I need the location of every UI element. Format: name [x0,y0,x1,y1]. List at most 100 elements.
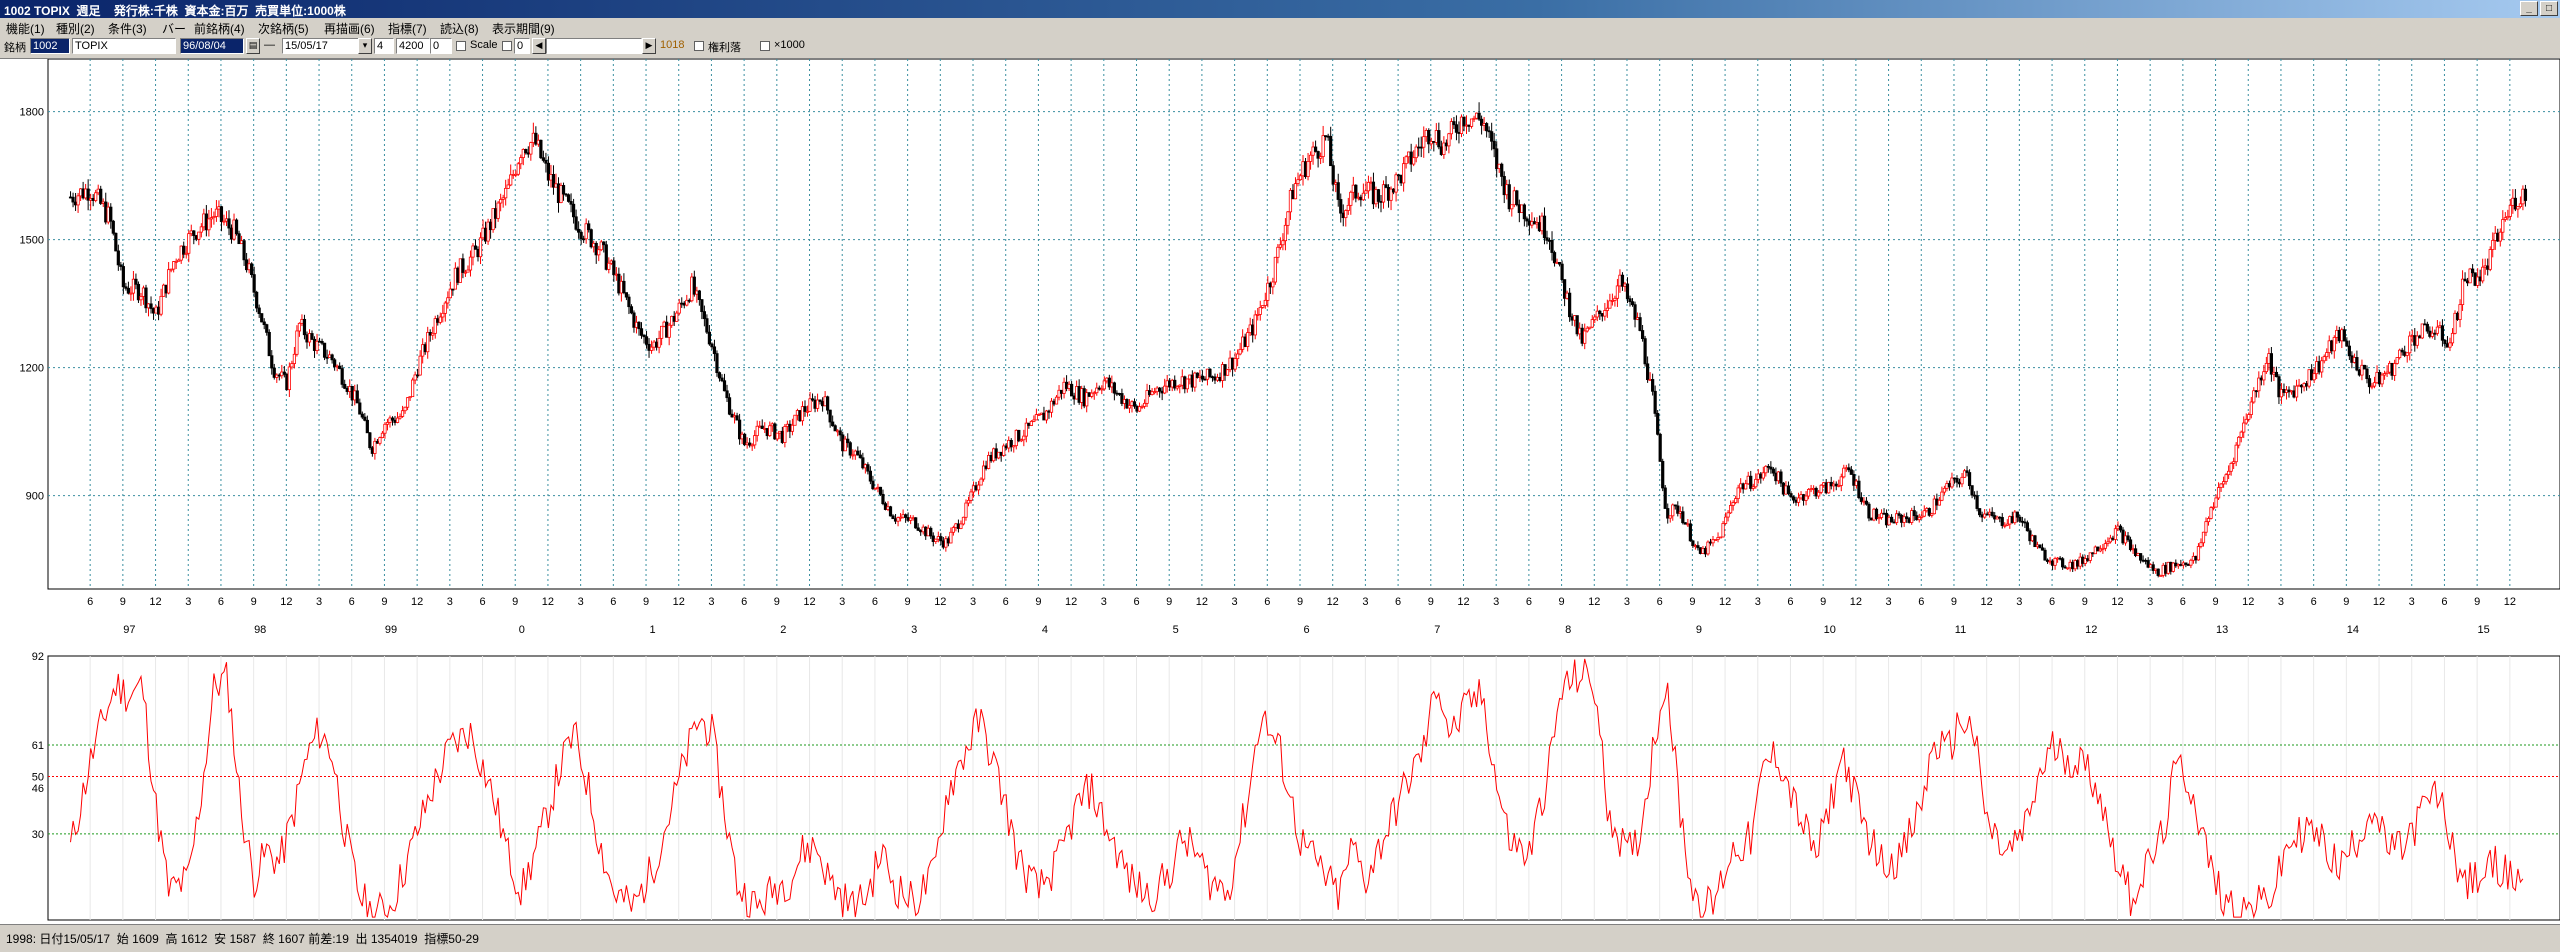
price-candle-body [2307,369,2311,387]
price-candle-body [2103,543,2107,549]
price-candle-body [660,325,664,339]
price-candle-body [1175,386,1179,389]
price-candle-body [2038,544,2042,549]
price-candle-body [2458,304,2462,320]
price-candle-body [325,356,329,359]
price-y-tick-label: 1200 [20,363,44,375]
price-candle-body [2003,524,2007,527]
price-x-tick-label: 9 [251,596,257,608]
price-candle-body [722,380,727,392]
price-candle-body [1251,324,1255,336]
price-candle-body [207,218,211,231]
menu-item-indicator[interactable]: 指標(7) [388,20,427,37]
price-candle-body [1165,380,1169,387]
scale-input[interactable]: 0 [514,38,530,54]
start-date-input[interactable]: 96/08/04 [180,38,244,54]
menu-item-next[interactable]: 次銘柄(5) [258,20,309,37]
menu-item-condition[interactable]: 条件(3) [108,20,147,37]
price-candle-body [1525,218,1529,222]
chevron-down-icon[interactable]: ▾ [358,38,372,54]
multiplier-checkbox[interactable] [760,41,770,51]
price-candle-body [2184,562,2188,565]
price-x-tick-label: 9 [905,596,911,608]
price-candle-body [1293,183,1298,200]
price-candle-body [1837,485,1841,487]
price-candle-body [1080,388,1084,403]
menu-item-period[interactable]: 表示期間(9) [492,20,555,37]
price-chart[interactable]: 900120015001800 6 9 12 3 6 9 12 3 6 9 12 3 6 9 12 3 6 9 12… [0,59,2560,649]
price-x-tick-label: 6 [2441,596,2447,608]
menu-item-load[interactable]: 読込(8) [440,20,479,37]
price-candle-body [2068,561,2072,569]
price-candle-body [418,355,422,376]
price-candle-body [571,203,576,218]
menu-item-bar[interactable]: バー [162,20,186,37]
price-candle-body [134,278,138,285]
price-candle-body [2076,560,2080,567]
price-candle-body [675,312,679,322]
price-candle-body [328,354,332,358]
price-candle-body [1676,505,1680,514]
price-candle-body [821,401,825,407]
minimize-button[interactable]: _ [2520,1,2538,16]
oscillator-y-tick-label: 92 [32,652,44,663]
price-x-tick-label: 12 [1196,596,1208,608]
price-candle-body [1905,516,1909,519]
scale-slider[interactable] [546,38,642,54]
param3-input[interactable]: 0 [430,38,452,54]
price-candle-body [1459,116,1464,134]
price-candle-body [2259,377,2263,381]
end-date-input[interactable]: 15/05/17 [282,38,360,54]
price-x-tick-label: 12 [673,596,685,608]
price-candle-body [202,213,206,228]
price-candle-body [2083,558,2087,564]
price-candle-body [2272,371,2276,375]
apply-checkbox[interactable] [456,41,466,51]
price-candle-body [1580,327,1584,344]
oscillator-y-tick-label: 61 [32,740,44,752]
price-candle-body [622,280,626,294]
scroll-left-icon[interactable]: ◀ [532,38,546,54]
rights-checkbox[interactable] [694,41,704,51]
price-candle-body [255,291,259,309]
price-candle-body [390,417,395,421]
price-candle-body [737,419,742,440]
price-candle-body [2257,377,2261,392]
price-candle-body [924,526,928,537]
price-candle-body [1932,498,1936,515]
price-candle-body [1917,516,1921,521]
menu-item-function[interactable]: 機能(1) [6,20,45,37]
price-candle-body [826,396,830,411]
menu-item-previous[interactable]: 前銘柄(4) [194,20,245,37]
price-x-tick-label: 12 [1327,596,1339,608]
price-candle-body [224,218,229,222]
price-candle-body [262,321,266,326]
scale-checkbox[interactable] [502,41,512,51]
menu-item-type[interactable]: 種別(2) [56,20,95,37]
price-x-tick-label: 6 [741,596,747,608]
price-candle-body [96,188,100,194]
price-y-axis: 900 1200 1500 1800 [20,107,44,503]
param1-input[interactable]: 4 [374,38,394,54]
price-candle-body [1535,222,1539,225]
price-candle-body [486,221,490,242]
price-candle-body [237,233,241,245]
price-candle-body [2098,548,2102,552]
price-candle-body [1170,379,1174,388]
name-field[interactable]: TOPIX [72,38,176,54]
price-candle-body [1618,274,1622,287]
menu-item-redraw[interactable]: 再描画(6) [324,20,375,37]
param2-input[interactable]: 4200 [396,38,430,54]
price-candle-body [1970,485,1974,496]
oscillator-chart[interactable]: 30 4650 61 92 [0,652,2560,924]
price-candle-body [780,430,784,443]
code-input[interactable]: 1002 [30,38,70,54]
maximize-button[interactable]: □ [2540,1,2558,16]
price-candle-body [1759,473,1763,479]
scroll-right-icon[interactable]: ▶ [642,38,656,54]
price-candle-body [481,227,485,239]
price-candle-body [956,523,961,529]
calendar-icon[interactable]: ▤ [246,38,260,54]
price-candle-body [1439,146,1443,155]
price-candle-body [984,465,988,469]
